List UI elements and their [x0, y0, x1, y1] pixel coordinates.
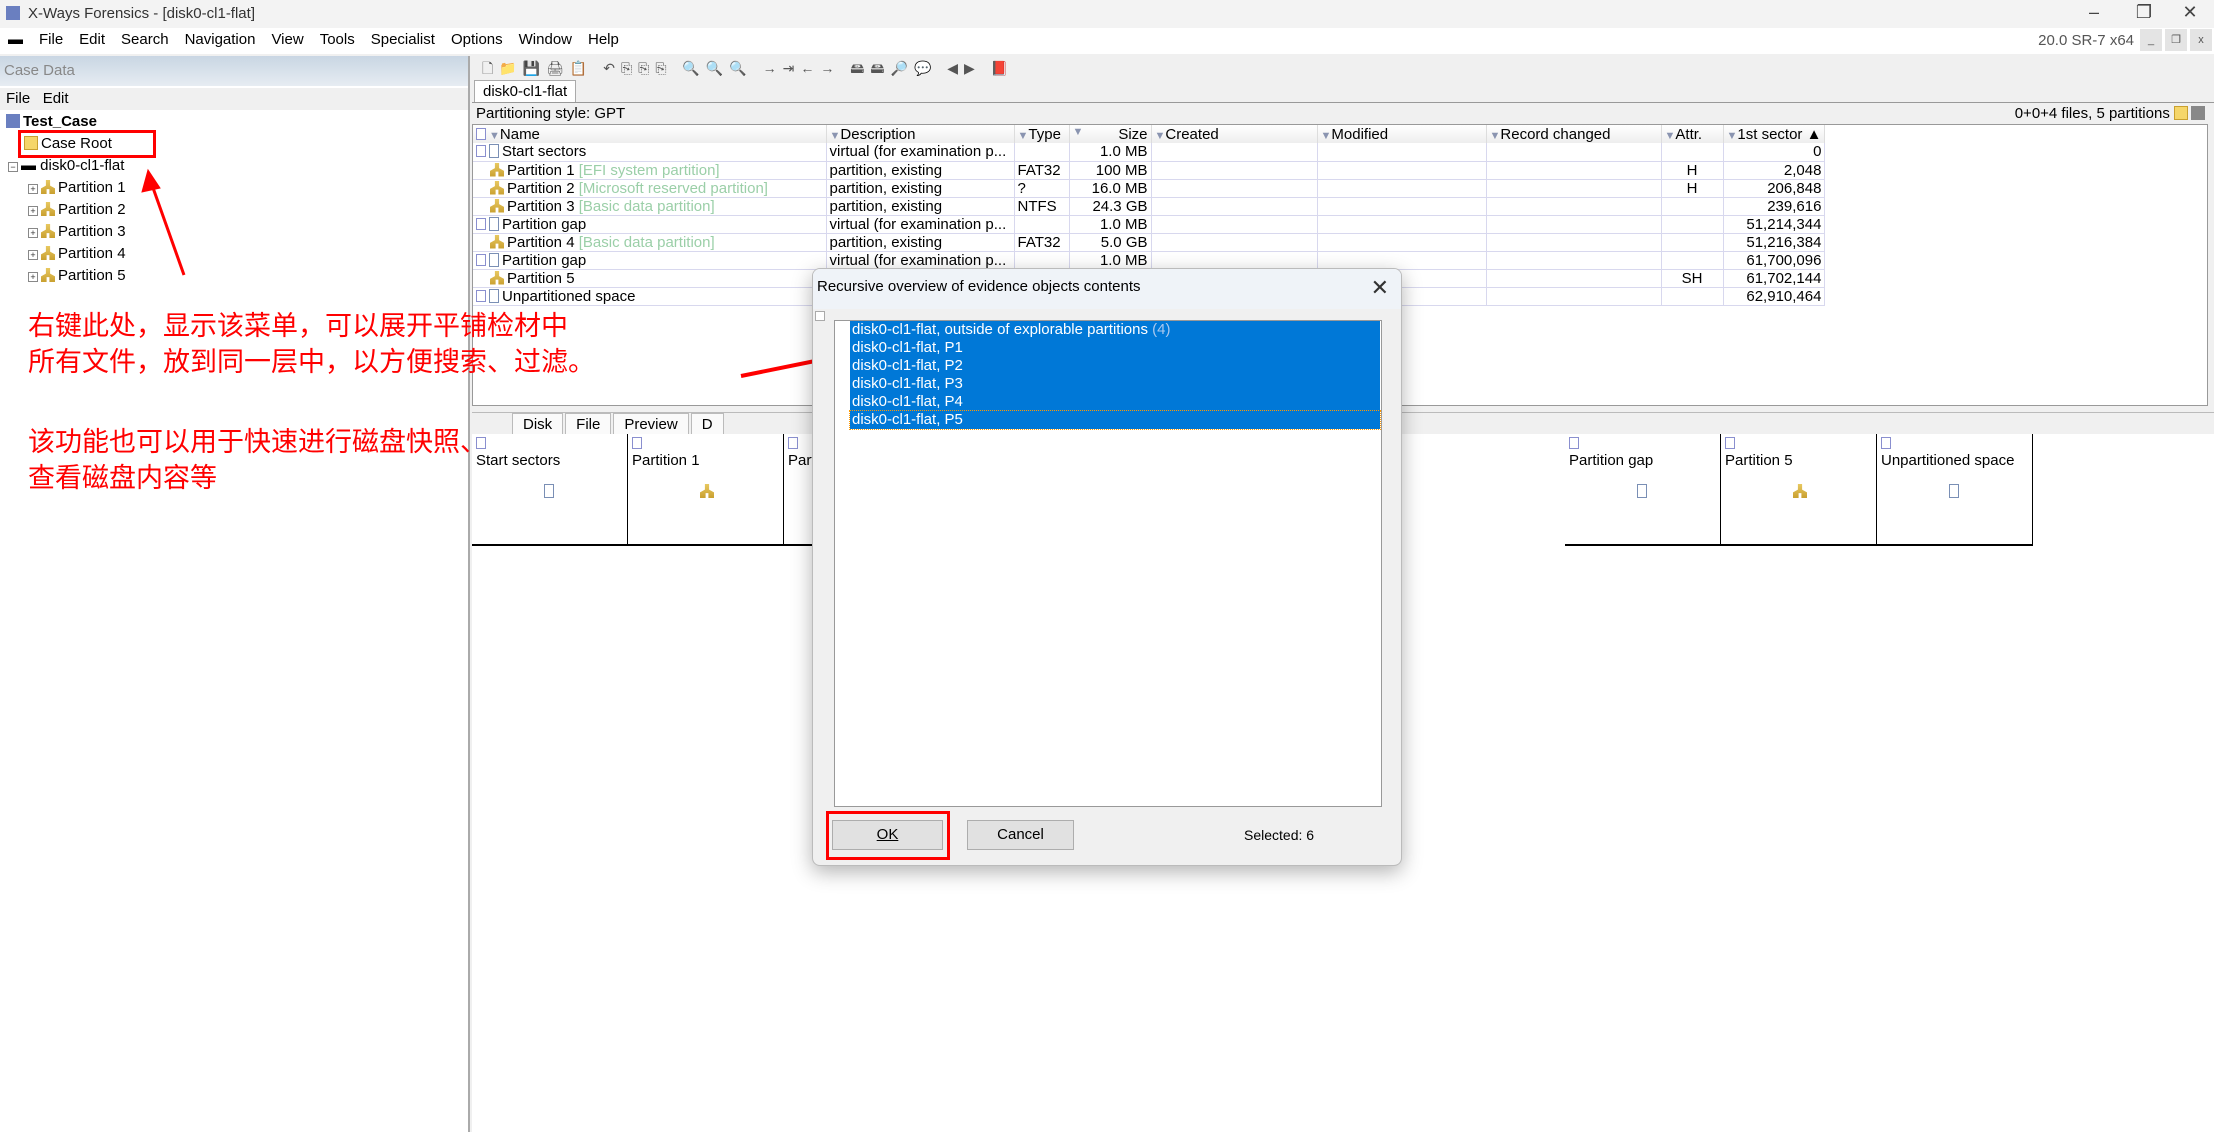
evidence-list-item[interactable]: disk0-cl1-flat, P1	[850, 339, 1380, 357]
evidence-list-item[interactable]: disk0-cl1-flat, P4	[850, 393, 1380, 411]
selected-count: Selected: 6	[1244, 827, 1315, 843]
evidence-list-item[interactable]: disk0-cl1-flat, P5	[849, 410, 1381, 430]
arrow-to-case-root	[141, 168, 186, 276]
evidence-list-item[interactable]: disk0-cl1-flat, outside of explorable pa…	[850, 321, 1380, 339]
select-all-checkbox[interactable]	[815, 311, 825, 321]
dialog-title: Recursive overview of evidence objects c…	[813, 269, 1401, 309]
highlight-box	[826, 811, 950, 860]
recursive-overview-dialog: Recursive overview of evidence objects c…	[812, 268, 1402, 866]
cancel-button[interactable]: Cancel	[967, 820, 1074, 850]
evidence-list[interactable]: disk0-cl1-flat, outside of explorable pa…	[834, 320, 1382, 807]
evidence-list-item[interactable]: disk0-cl1-flat, P3	[850, 375, 1380, 393]
dialog-close-button[interactable]: ✕	[1371, 275, 1389, 301]
evidence-list-item[interactable]: disk0-cl1-flat, P2	[850, 357, 1380, 375]
